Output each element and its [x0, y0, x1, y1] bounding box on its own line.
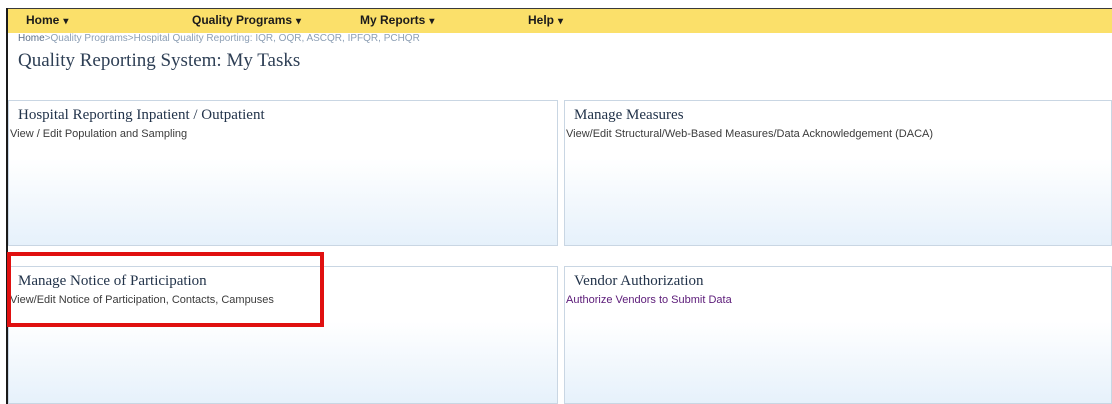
nav-label-home: Home	[26, 13, 60, 27]
breadcrumb: Home>Quality Programs>Hospital Quality R…	[18, 33, 420, 44]
panel-title-notice-of-participation[interactable]: Manage Notice of Participation	[18, 273, 207, 290]
page-frame: Home ▾ Quality Programs ▾ My Reports ▾ Help…	[0, 0, 1112, 404]
nav-menu-my-reports[interactable]: My Reports ▾	[360, 13, 434, 27]
panel-link-authorize-vendors[interactable]: Authorize Vendors to Submit Data	[566, 294, 732, 306]
nav-label-my-reports: My Reports	[360, 13, 426, 27]
panel-link-structural-measures[interactable]: View/Edit Structural/Web-Based Measures/…	[566, 128, 933, 140]
chevron-down-icon: ▾	[63, 16, 69, 27]
panel-link-population-sampling[interactable]: View / Edit Population and Sampling	[10, 128, 187, 140]
breadcrumb-home[interactable]: Home	[18, 33, 45, 44]
nav-menu-quality-programs[interactable]: Quality Programs ▾	[192, 13, 301, 27]
panel-hospital-reporting: Hospital Reporting Inpatient / Outpatien…	[8, 100, 558, 246]
page-title: Quality Reporting System: My Tasks	[18, 50, 301, 71]
chevron-down-icon: ▾	[296, 16, 302, 27]
nav-menu-home[interactable]: Home ▾	[26, 13, 68, 27]
nav-menu-help[interactable]: Help ▾	[528, 13, 563, 27]
panel-vendor-authorization: Vendor Authorization Authorize Vendors t…	[564, 266, 1112, 404]
top-navbar: Home ▾ Quality Programs ▾ My Reports ▾ Help…	[8, 8, 1112, 33]
panel-link-notice-contacts-campuses[interactable]: View/Edit Notice of Participation, Conta…	[10, 294, 274, 306]
panel-title-manage-measures[interactable]: Manage Measures	[574, 107, 684, 124]
panel-manage-measures: Manage Measures View/Edit Structural/Web…	[564, 100, 1112, 246]
panel-title-hospital-reporting[interactable]: Hospital Reporting Inpatient / Outpatien…	[18, 107, 265, 124]
panel-notice-of-participation: Manage Notice of Participation View/Edit…	[8, 266, 558, 404]
chevron-down-icon: ▾	[429, 16, 435, 27]
nav-label-help: Help	[528, 13, 555, 27]
panel-title-vendor-authorization[interactable]: Vendor Authorization	[574, 273, 704, 290]
breadcrumb-quality-programs[interactable]: Quality Programs	[51, 33, 128, 44]
breadcrumb-hospital-quality-reporting[interactable]: Hospital Quality Reporting: IQR, OQR, AS…	[134, 33, 420, 44]
chevron-down-icon: ▾	[558, 16, 564, 27]
nav-label-quality-programs: Quality Programs	[192, 13, 293, 27]
